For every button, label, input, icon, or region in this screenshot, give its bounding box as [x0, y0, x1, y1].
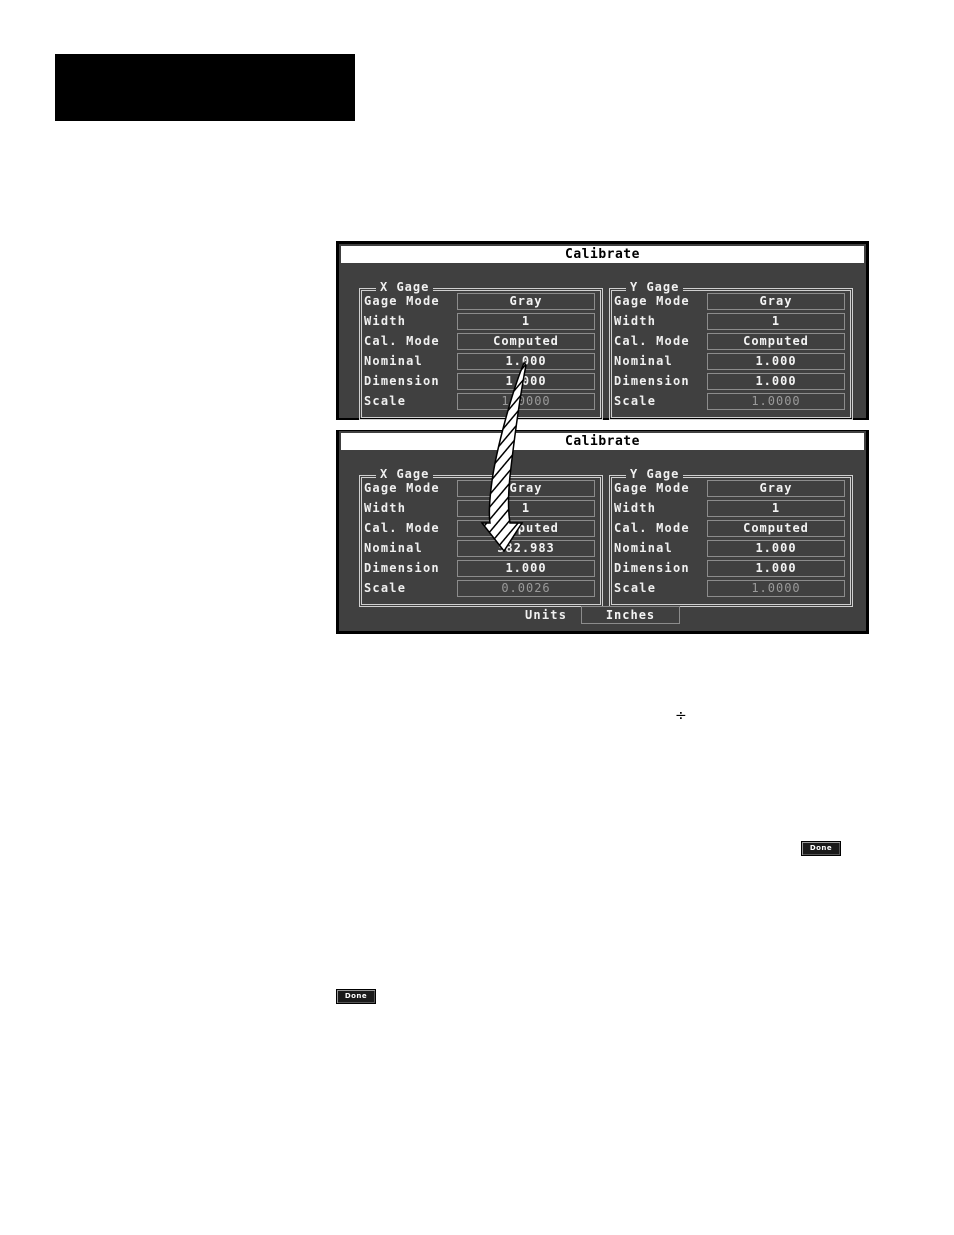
field-label: Gage Mode: [614, 294, 690, 308]
x-gage-group: X Gage Gage Mode Gray Width 1 Cal. Mode Com…: [359, 280, 603, 420]
scale-row: Scale 1.0000: [364, 393, 598, 410]
dimension-field[interactable]: 1.000: [457, 560, 595, 577]
width-row: Width 1: [614, 500, 848, 517]
gage-mode-field[interactable]: Gray: [707, 480, 845, 497]
cal-mode-field[interactable]: Computed: [457, 520, 595, 537]
nominal-row: Nominal 1.000: [364, 353, 598, 370]
gage-legend: Y Gage: [626, 467, 684, 481]
dimension-row: Dimension 1.000: [364, 560, 598, 577]
field-label: Scale: [614, 394, 657, 408]
field-label: Cal. Mode: [614, 334, 690, 348]
field-label: Nominal: [614, 354, 673, 368]
field-label: Width: [614, 501, 657, 515]
gage-legend: X Gage: [376, 280, 434, 294]
cal-mode-row: Cal. Mode Computed: [364, 333, 598, 350]
field-label: Gage Mode: [364, 481, 440, 495]
width-row: Width 1: [364, 313, 598, 330]
nominal-field[interactable]: 382.983: [457, 540, 595, 557]
gage-legend: X Gage: [376, 467, 434, 481]
dimension-field[interactable]: 1.000: [707, 560, 845, 577]
done-button[interactable]: Done: [336, 989, 376, 1004]
nominal-field[interactable]: 1.000: [707, 540, 845, 557]
scale-field: 1.0000: [457, 393, 595, 410]
field-label: Nominal: [364, 541, 423, 555]
dimension-row: Dimension 1.000: [614, 373, 848, 390]
nominal-row: Nominal 1.000: [614, 540, 848, 557]
dimension-row: Dimension 1.000: [614, 560, 848, 577]
field-label: Dimension: [614, 374, 690, 388]
scale-row: Scale 0.0026: [364, 580, 598, 597]
width-field[interactable]: 1: [457, 313, 595, 330]
calibrate-dialog-after: Calibrate X Gage Gage Mode Gray Width 1 Ca…: [339, 431, 866, 631]
units-field[interactable]: Inches: [581, 606, 680, 624]
units-label: Units: [525, 608, 568, 622]
done-button[interactable]: Done: [801, 841, 841, 856]
gage-mode-row: Gage Mode Gray: [364, 293, 598, 310]
gage-mode-field[interactable]: Gray: [457, 480, 595, 497]
scale-field: 0.0026: [457, 580, 595, 597]
gage-mode-field[interactable]: Gray: [707, 293, 845, 310]
nominal-row: Nominal 382.983: [364, 540, 598, 557]
field-label: Width: [364, 501, 407, 515]
cal-mode-field[interactable]: Computed: [707, 333, 845, 350]
field-label: Nominal: [364, 354, 423, 368]
width-field[interactable]: 1: [707, 313, 845, 330]
dialog-title: Calibrate: [341, 433, 864, 450]
cal-mode-row: Cal. Mode Computed: [614, 520, 848, 537]
field-label: Scale: [614, 581, 657, 595]
scale-row: Scale 1.0000: [614, 393, 848, 410]
x-gage-group: X Gage Gage Mode Gray Width 1 Cal. Mode Com…: [359, 467, 603, 607]
field-label: Dimension: [364, 561, 440, 575]
gage-mode-row: Gage Mode Gray: [614, 293, 848, 310]
y-gage-group: Y Gage Gage Mode Gray Width 1 Cal. Mode Com…: [609, 467, 853, 607]
nominal-field[interactable]: 1.000: [707, 353, 845, 370]
field-label: Gage Mode: [364, 294, 440, 308]
screenshot-separator: [336, 420, 869, 430]
cal-mode-field[interactable]: Computed: [457, 333, 595, 350]
scale-field: 1.0000: [707, 393, 845, 410]
field-label: Cal. Mode: [364, 521, 440, 535]
gage-mode-row: Gage Mode Gray: [364, 480, 598, 497]
scale-row: Scale 1.0000: [614, 580, 848, 597]
field-label: Width: [364, 314, 407, 328]
scale-field: 1.0000: [707, 580, 845, 597]
calibrate-dialog-before: Calibrate X Gage Gage Mode Gray Width 1 Ca…: [339, 244, 866, 420]
cal-mode-field[interactable]: Computed: [707, 520, 845, 537]
field-label: Dimension: [614, 561, 690, 575]
calibrate-screenshots: Calibrate X Gage Gage Mode Gray Width 1 Ca…: [336, 241, 869, 634]
dimension-field[interactable]: 1.000: [457, 373, 595, 390]
field-label: Cal. Mode: [614, 521, 690, 535]
cal-mode-row: Cal. Mode Computed: [364, 520, 598, 537]
field-label: Scale: [364, 394, 407, 408]
field-label: Dimension: [364, 374, 440, 388]
gage-legend: Y Gage: [626, 280, 684, 294]
y-gage-group: Y Gage Gage Mode Gray Width 1 Cal. Mode Com…: [609, 280, 853, 420]
chapter-header-block: [55, 54, 355, 121]
width-field[interactable]: 1: [707, 500, 845, 517]
gage-mode-row: Gage Mode Gray: [614, 480, 848, 497]
divide-icon: ÷: [675, 708, 687, 724]
dialog-title: Calibrate: [341, 246, 864, 263]
field-label: Scale: [364, 581, 407, 595]
dimension-field[interactable]: 1.000: [707, 373, 845, 390]
gage-mode-field[interactable]: Gray: [457, 293, 595, 310]
field-label: Nominal: [614, 541, 673, 555]
nominal-field[interactable]: 1.000: [457, 353, 595, 370]
field-label: Cal. Mode: [364, 334, 440, 348]
cal-mode-row: Cal. Mode Computed: [614, 333, 848, 350]
dimension-row: Dimension 1.000: [364, 373, 598, 390]
width-row: Width 1: [364, 500, 598, 517]
width-row: Width 1: [614, 313, 848, 330]
width-field[interactable]: 1: [457, 500, 595, 517]
field-label: Width: [614, 314, 657, 328]
nominal-row: Nominal 1.000: [614, 353, 848, 370]
field-label: Gage Mode: [614, 481, 690, 495]
